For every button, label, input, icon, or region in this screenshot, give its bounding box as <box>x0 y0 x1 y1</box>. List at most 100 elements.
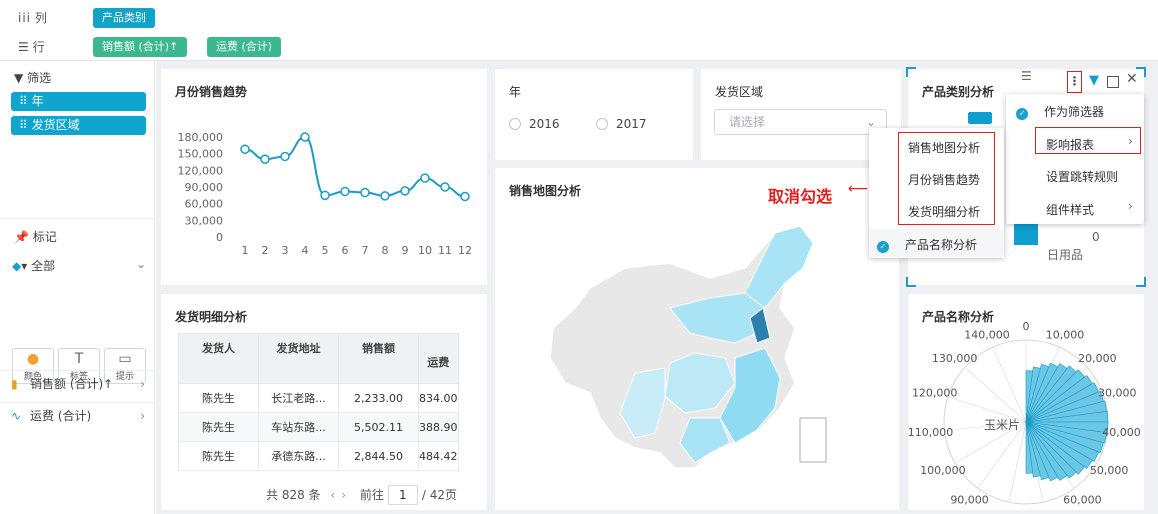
text-icon: T <box>74 351 84 367</box>
close-icon[interactable]: ✕ <box>1126 71 1138 87</box>
pie-tick-label: 30,000 <box>1098 386 1137 399</box>
check-icon: ✓ <box>877 241 889 253</box>
y-tick-label: 60,000 <box>185 198 224 211</box>
axis-zero-label: 0 <box>1092 230 1100 244</box>
pie-tick-label: 50,000 <box>1090 464 1129 477</box>
table-row[interactable]: 陈先生 长江老路... 2,233.00 834.00 <box>178 383 459 413</box>
mark-section-title: 📌 标记 <box>14 230 57 244</box>
menu-item-as-filter[interactable]: ✓ 作为筛选器 <box>1016 103 1104 120</box>
next-page-icon[interactable]: › <box>341 488 346 502</box>
trend-widget[interactable]: 月份销售趋势 0 30,000 60,000 90,000 120,000 150,000… <box>161 69 487 285</box>
x-tick-label: 8 <box>382 244 389 257</box>
chevron-right-icon: › <box>1128 199 1133 213</box>
year-radio-2017[interactable]: 2017 <box>596 117 647 131</box>
trend-data-point[interactable] <box>380 191 390 201</box>
menu-item-jump-rule[interactable]: 设置跳转规则 <box>1046 168 1118 185</box>
pie-grid-line <box>964 366 1027 423</box>
trend-data-point[interactable] <box>460 191 470 202</box>
trend-data-point[interactable] <box>240 144 250 154</box>
column-header[interactable]: 发货人 <box>178 333 259 384</box>
trend-data-point[interactable] <box>340 186 350 197</box>
trend-data-point[interactable] <box>280 151 290 162</box>
page-input[interactable]: 1 <box>387 485 418 505</box>
pagination: 共 828 条 ‹ › 前往 1/ 42页 <box>266 485 457 505</box>
context-menu: ✓ 作为筛选器 影响报表 › 设置跳转规则 组件样式 › <box>1006 94 1144 224</box>
mark-field-sales[interactable]: ▮ 销售额 (合计)↑ › <box>0 370 155 397</box>
trend-data-point[interactable] <box>400 186 410 196</box>
column-header[interactable]: 发货地址 <box>258 333 339 384</box>
pie-tick-label: 0 <box>1023 320 1030 333</box>
column-shelf: iii 列 产品类别 <box>0 2 1158 32</box>
radio-icon <box>596 118 608 130</box>
pie-grid-line <box>992 346 1027 423</box>
product-widget[interactable]: 产品名称分析 0 10,000 20,000 30,000 40,000 50,000 60… <box>908 294 1144 510</box>
selection-corner <box>906 67 916 77</box>
highlight-box <box>1067 71 1082 93</box>
detail-title: 发货明细分析 <box>175 310 248 324</box>
pie-tick-label: 90,000 <box>950 494 989 507</box>
year-radio-2016[interactable]: 2016 <box>509 117 560 131</box>
detail-widget[interactable]: 发货明细分析 发货人 发货地址 销售额 运费 陈先生 长江老路... 2,233.0… <box>161 294 487 510</box>
year-filter-widget[interactable]: 年 2016 2017 <box>495 69 693 160</box>
year-filter-title: 年 <box>509 85 522 99</box>
trend-data-point[interactable] <box>360 187 370 198</box>
china-map <box>549 225 827 469</box>
column-header[interactable]: 销售额 <box>338 333 419 384</box>
row-field-pill-freight[interactable]: 运费 (合计) <box>207 37 282 57</box>
mark-type-select[interactable]: ◆▾ 全部 <box>12 257 55 274</box>
annotation-text: 取消勾选 <box>768 187 833 206</box>
pie-center-label: 玉米片 <box>984 418 1021 432</box>
filter-item-region[interactable]: ⠿ 发货区域 <box>11 116 146 135</box>
filter-icon[interactable]: ▼ <box>1089 73 1099 88</box>
detail-table: 发货人 发货地址 销售额 运费 陈先生 长江老路... 2,233.00 834.00… <box>178 333 459 471</box>
region-filter-title: 发货区域 <box>715 85 764 99</box>
column-header[interactable]: 运费 <box>418 333 459 384</box>
chevron-down-icon[interactable]: ⌄ <box>136 257 146 271</box>
column-field-pill[interactable]: 产品类别 <box>93 8 155 28</box>
y-tick-label: 0 <box>216 231 223 244</box>
trend-data-point[interactable] <box>320 190 330 201</box>
pie-tick-label: 10,000 <box>1046 328 1085 341</box>
x-tick-label: 7 <box>362 244 369 257</box>
trend-data-point[interactable] <box>440 182 450 192</box>
pie-tick-label: 120,000 <box>912 386 958 399</box>
selection-corner <box>1136 277 1146 287</box>
filter-icon: ▼ <box>14 71 24 85</box>
x-tick-label: 11 <box>438 244 452 257</box>
y-tick-label: 90,000 <box>185 181 224 194</box>
left-panel: ▼ 筛选 ⠿ 年 ⠿ 发货区域 📌 标记 ◆▾ 全部 ⌄ ● 颜色 T 标签 ▭ 提示… <box>0 61 155 514</box>
radio-icon <box>509 118 521 130</box>
pie-tick-label: 60,000 <box>1063 494 1102 507</box>
x-tick-label: 4 <box>302 244 309 257</box>
y-tick-label: 120,000 <box>178 164 224 177</box>
trend-series-line <box>244 135 466 198</box>
comment-icon: ▭ <box>118 351 132 367</box>
pie-tick-label: 130,000 <box>932 352 978 365</box>
prev-page-icon[interactable]: ‹ <box>330 488 335 502</box>
region-select[interactable]: 请选择 ⌄ <box>714 109 887 135</box>
submenu-item-trend[interactable]: 月份销售趋势 <box>908 171 980 188</box>
row-field-pill-sales[interactable]: 销售额 (合计)↑ <box>93 37 188 57</box>
annotation-arrow-icon: ⟵ <box>848 181 869 197</box>
pie-tick-label: 110,000 <box>908 426 953 439</box>
table-row[interactable]: 陈先生 车站东路... 5,502.11 388.90 <box>178 412 459 442</box>
x-tick-label: 9 <box>402 244 409 257</box>
filter-item-year[interactable]: ⠿ 年 <box>11 92 146 111</box>
trend-data-point[interactable] <box>300 132 310 142</box>
product-radar-pie: 010,00020,00030,00040,00050,00060,00070,… <box>908 320 1141 510</box>
mark-field-freight[interactable]: ∿ 运费 (合计) › <box>0 402 155 429</box>
trend-data-point[interactable] <box>260 154 270 164</box>
map-widget[interactable]: 销售地图分析 取消勾选 ⟵ <box>495 168 899 510</box>
column-shelf-label: iii 列 <box>18 11 47 25</box>
y-tick-label: 150,000 <box>178 148 224 161</box>
pie-tick-label: 20,000 <box>1078 352 1117 365</box>
drag-handle-icon[interactable]: ☰ <box>1021 69 1032 83</box>
submenu-item-map[interactable]: 销售地图分析 <box>908 139 980 156</box>
south-sea-inset <box>799 417 827 463</box>
maximize-icon[interactable] <box>1107 76 1119 88</box>
table-row[interactable]: 陈先生 承德东路... 2,844.50 484.42 <box>178 441 459 471</box>
trend-data-point[interactable] <box>420 173 430 183</box>
submenu-item-detail[interactable]: 发货明细分析 <box>908 203 980 220</box>
submenu-item-product[interactable]: ✓ 产品名称分析 <box>877 236 977 253</box>
menu-item-widget-style[interactable]: 组件样式 <box>1046 201 1094 218</box>
